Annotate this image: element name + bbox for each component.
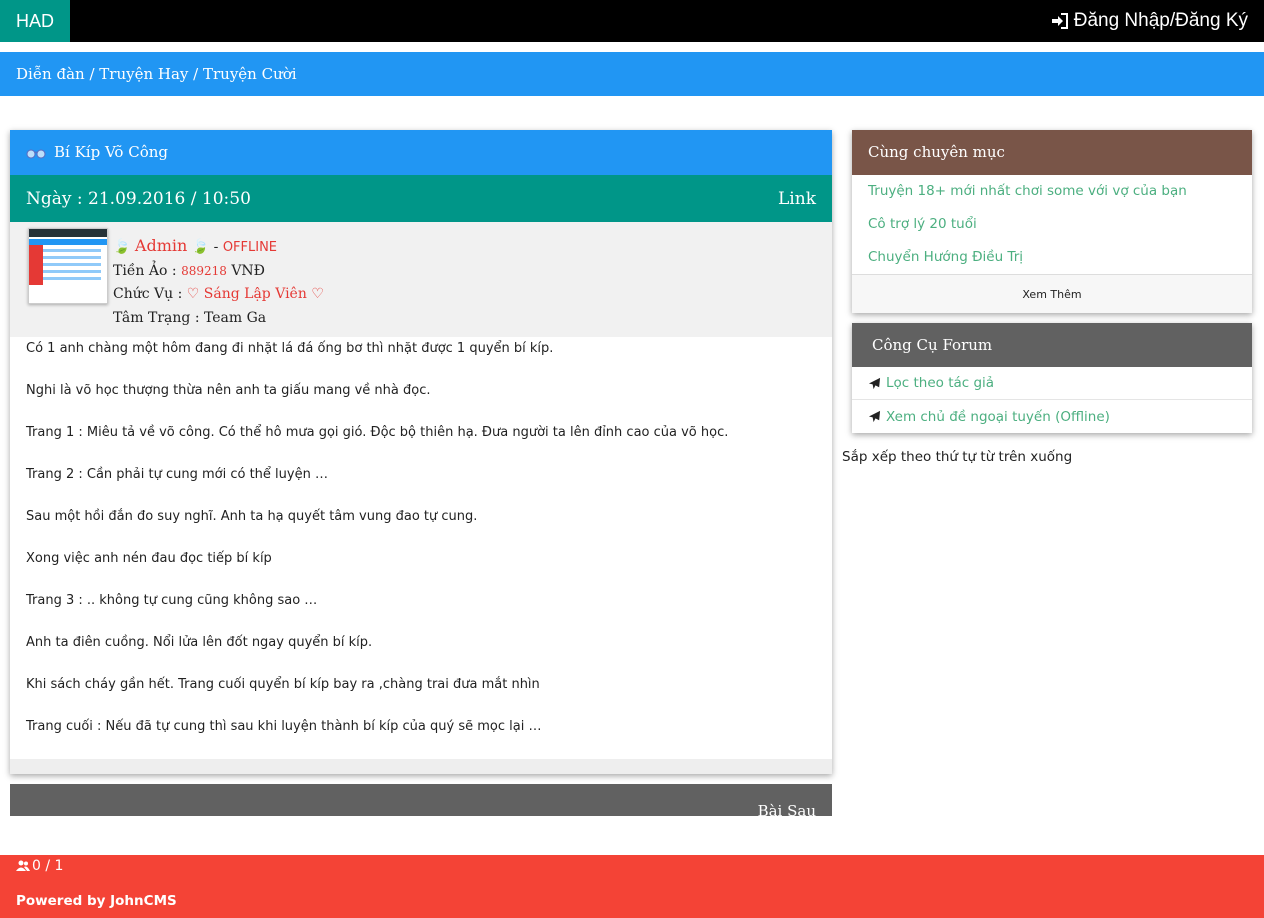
same-category-title: Cùng chuyên mục [852,130,1252,175]
related-topic-link[interactable]: Truyện 18+ mới nhất chơi some với vợ của… [868,175,1236,208]
post-paragraph: Trang 2 : Cần phải tự cung mới có thể lu… [26,467,328,482]
login-register-label: Đăng Nhập/Đăng Ký [1073,10,1248,31]
post-date-bar: Ngày : 21.09.2016 / 10:50 Link [10,175,832,222]
forum-tools-box: Công Cụ Forum Lọc theo tác giả Xem chủ đ… [852,323,1252,433]
related-topic-link[interactable]: Chuyển Hướng Điều Trị [868,241,1236,274]
filter-by-author-link[interactable]: Lọc theo tác giả [852,367,1252,400]
sidebar: Cùng chuyên mục Truyện 18+ mới nhất chơi… [852,130,1252,433]
sign-in-icon [1051,13,1068,29]
post-paragraph: Anh ta điên cuồng. Nổi lửa lên đốt ngay … [26,635,373,650]
topic-title-bar: Bí Kíp Võ Công [10,130,832,175]
site-footer: 0 / 1 Powered by JohnCMS [0,855,1264,918]
paper-plane-icon [868,377,881,389]
powered-by: Powered by JohnCMS [16,893,177,909]
post-card: Bí Kíp Võ Công Ngày : 21.09.2016 / 10:50… [10,130,832,774]
site-logo[interactable]: HAD [0,0,70,42]
related-topic-link[interactable]: Cô trợ lý 20 tuổi [868,208,1236,241]
author-money: Tiền Ảo : 889218 VNĐ [113,262,265,279]
post-paragraph: Trang cuối : Nếu đã tự cung thì sau khi … [26,719,542,734]
post-paragraph: Có 1 anh chàng một hôm đang đi nhặt lá đ… [26,341,554,356]
post-paragraph: Xong việc anh nén đau đọc tiếp bí kíp [26,551,272,566]
offline-view-link[interactable]: Xem chủ đề ngoại tuyến (Offline) [852,400,1252,433]
post-link[interactable]: Link [778,189,816,209]
topic-title: Bí Kíp Võ Công [54,143,168,161]
same-category-box: Cùng chuyên mục Truyện 18+ mới nhất chơi… [852,130,1252,313]
leaf-icon: 🍃 [113,239,131,255]
post-paragraph: Trang 1 : Miêu tả về võ công. Có thể hô … [26,425,729,440]
author-info: 🍃 Admin 🍃 - OFFLINE Tiền Ảo : 889218 VNĐ… [10,222,832,337]
top-navbar: HAD Đăng Nhập/Đăng Ký [0,0,1264,42]
post-paragraph: Trang 3 : .. không tự cung cũng không sa… [26,593,318,608]
glasses-icon [26,149,46,158]
post-navigation: Bài Sau [10,784,832,816]
leaf-icon: 🍃 [191,239,210,255]
post-paragraph: Nghi là võ học thượng thừa nên anh ta gi… [26,383,431,398]
author-role: Chức Vụ : ♡ Sáng Lập Viên ♡ [113,286,324,302]
breadcrumb: Diễn đàn / Truyện Hay / Truyện Cười [0,52,1264,96]
forum-tools-title: Công Cụ Forum [852,323,1252,367]
online-status: OFFLINE [222,240,278,255]
post-paragraph: Khi sách cháy gần hết. Trang cuối quyển … [26,677,540,692]
login-register-link[interactable]: Đăng Nhập/Đăng Ký [1051,0,1248,42]
users-icon [16,860,30,871]
author-mood: Tâm Trạng : Team Ga [113,309,267,326]
author-name[interactable]: Admin [135,236,187,255]
breadcrumb-text[interactable]: Diễn đàn / Truyện Hay / Truyện Cười [16,65,297,83]
heart-icon: ♡ [186,286,204,302]
next-post-link[interactable]: Bài Sau [758,802,816,816]
topic-column: Bí Kíp Võ Công Ngày : 21.09.2016 / 10:50… [10,130,832,816]
post-paragraph: Sau một hồi đắn đo suy nghĩ. Anh ta hạ q… [26,509,478,524]
heart-icon: ♡ [306,286,324,302]
see-more-button[interactable]: Xem Thêm [852,274,1252,313]
post-date: Ngày : 21.09.2016 / 10:50 [26,188,251,209]
paper-plane-icon [868,410,881,423]
post-content: Có 1 anh chàng một hôm đang đi nhặt lá đ… [10,337,832,759]
sort-note: Sắp xếp theo thứ tự từ trên xuống [842,449,1073,465]
online-counter[interactable]: 0 / 1 [16,858,63,874]
author-name-line: 🍃 Admin 🍃 - OFFLINE [113,236,278,255]
post-footer [10,759,832,774]
avatar[interactable] [28,228,108,304]
